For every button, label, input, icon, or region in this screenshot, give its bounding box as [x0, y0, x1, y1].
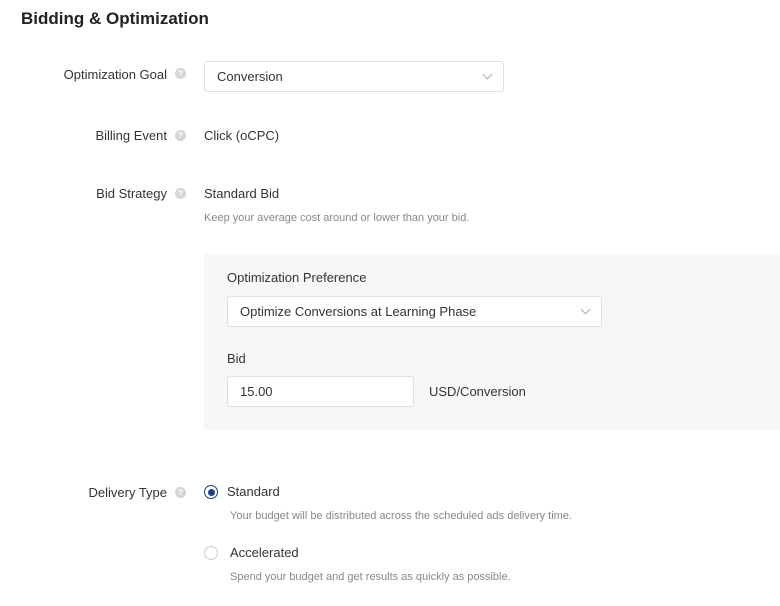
bid-label: Bid	[227, 351, 246, 366]
optimization-goal-value: Conversion	[217, 69, 283, 84]
optimization-preference-label: Optimization Preference	[227, 270, 367, 285]
chevron-down-icon	[580, 304, 591, 315]
radio-standard[interactable]	[204, 485, 218, 499]
bid-strategy-value: Standard Bid	[204, 186, 280, 201]
optimization-preference-value: Optimize Conversions at Learning Phase	[240, 304, 477, 319]
chevron-down-icon	[482, 69, 493, 80]
delivery-type-label: Delivery Type	[88, 485, 167, 500]
optimization-goal-label: Optimization Goal	[63, 67, 167, 82]
option-accelerated-description: Spend your budget and get results as qui…	[230, 571, 511, 583]
option-accelerated-label[interactable]: Accelerated	[230, 545, 299, 560]
radio-accelerated[interactable]	[204, 546, 218, 560]
help-icon[interactable]: ?	[175, 130, 186, 141]
option-standard-label[interactable]: Standard	[227, 484, 280, 499]
bid-strategy-description: Keep your average cost around or lower t…	[204, 212, 470, 224]
billing-event-label: Billing Event	[95, 128, 167, 143]
help-icon[interactable]: ?	[175, 68, 186, 79]
help-icon[interactable]: ?	[175, 188, 186, 199]
help-icon[interactable]: ?	[175, 487, 186, 498]
optimization-goal-select[interactable]: Conversion	[204, 61, 504, 92]
bid-input[interactable]: 15.00	[227, 376, 414, 407]
bid-input-value: 15.00	[240, 384, 273, 399]
optimization-preference-select[interactable]: Optimize Conversions at Learning Phase	[227, 296, 602, 327]
bid-strategy-label: Bid Strategy	[96, 186, 167, 201]
section-title: Bidding & Optimization	[21, 9, 209, 28]
bid-unit: USD/Conversion	[429, 384, 526, 399]
option-standard-description: Your budget will be distributed across t…	[230, 510, 573, 522]
billing-event-value: Click (oCPC)	[204, 128, 280, 143]
